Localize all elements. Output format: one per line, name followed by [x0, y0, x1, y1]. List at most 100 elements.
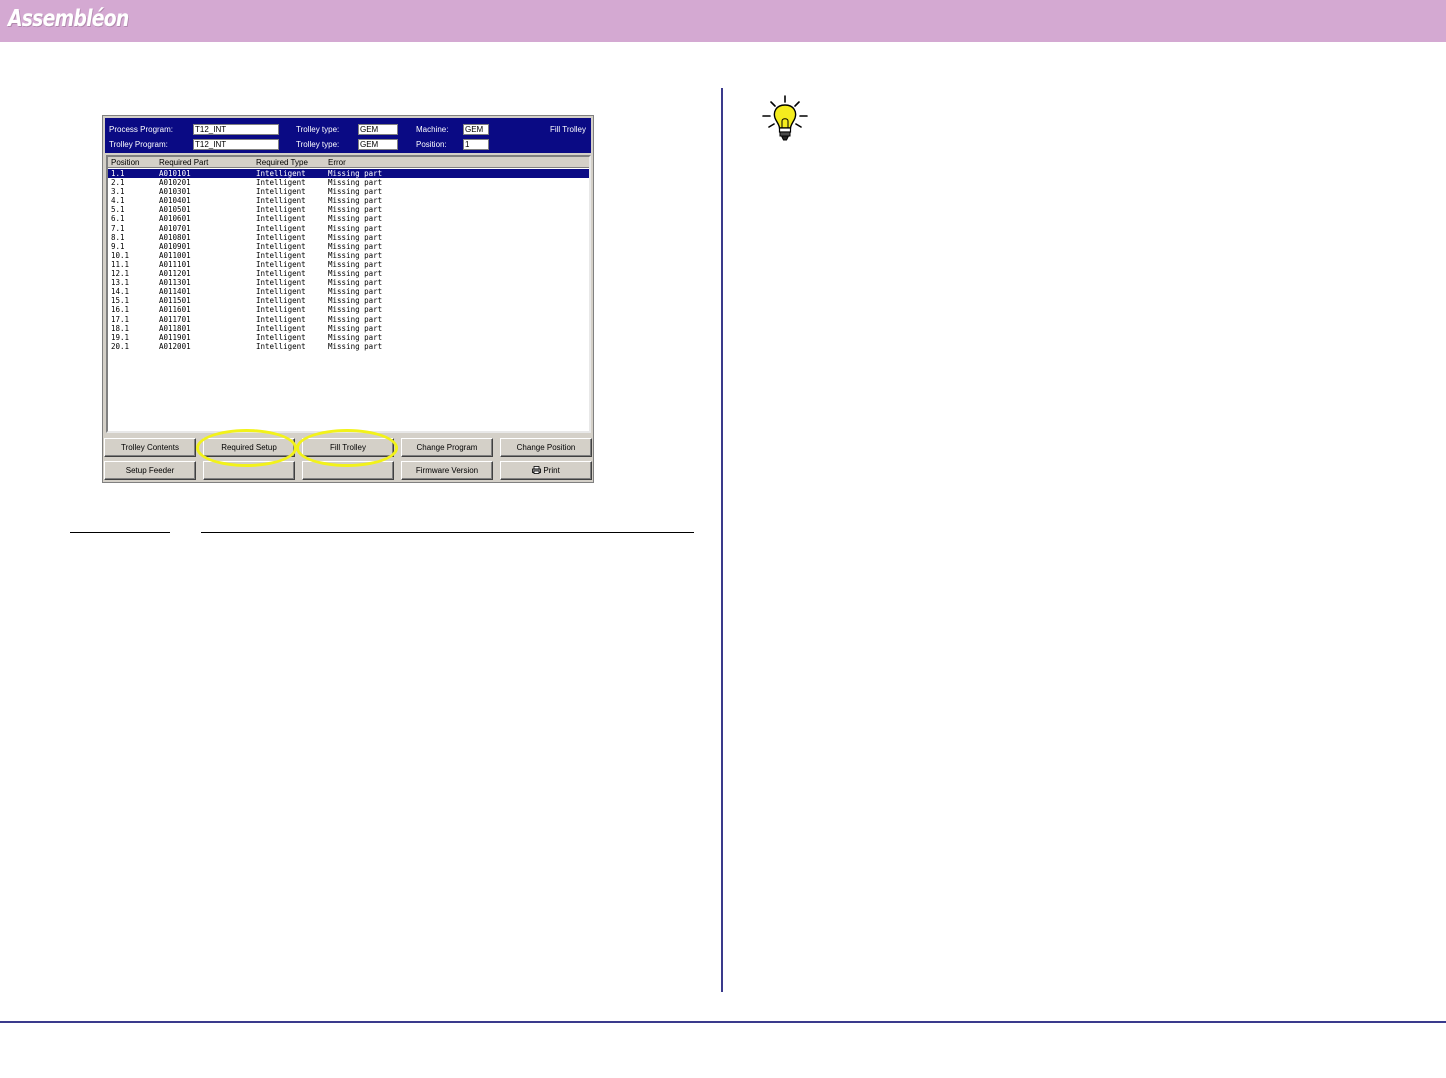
row-required-part: A010201 — [159, 178, 191, 188]
window-title: Fill Trolley — [549, 125, 586, 134]
change-program-button[interactable]: Change Program — [401, 438, 493, 457]
list-item[interactable]: 5.1 A010501 Intelligent Missing part — [108, 205, 589, 214]
required-parts-list[interactable]: Position Required Part Required Type Err… — [106, 155, 591, 433]
row-required-type: Intelligent — [256, 169, 306, 178]
row-required-part: A010901 — [159, 241, 191, 251]
trolley-program-field[interactable]: T12_INT — [193, 139, 279, 150]
row-error: Missing part — [328, 196, 383, 206]
firmware-version-button[interactable]: Firmware Version — [401, 461, 493, 480]
machine-field[interactable]: GEM — [463, 124, 489, 135]
row-required-part: A011201 — [159, 269, 191, 279]
trolley-type-field-2[interactable]: GEM — [358, 139, 398, 150]
row-required-type: Intelligent — [256, 241, 306, 251]
window-header: Process Program: T12_INT Trolley Program… — [105, 118, 591, 153]
list-item[interactable]: 9.1 A010901 Intelligent Missing part — [108, 242, 589, 251]
fill-trolley-window: Process Program: T12_INT Trolley Program… — [102, 115, 594, 483]
list-item[interactable]: 3.1 A010301 Intelligent Missing part — [108, 187, 589, 196]
row-required-part: A011701 — [159, 314, 191, 324]
column-required-type[interactable]: Required Type — [256, 158, 308, 167]
print-button[interactable]: Print — [500, 461, 592, 480]
row-error: Missing part — [328, 341, 383, 351]
row-position: 3.1 — [111, 187, 125, 197]
fill-trolley-highlight — [296, 429, 398, 467]
list-item[interactable]: 14.1 A011401 Intelligent Missing part — [108, 287, 589, 296]
setup-feeder-button[interactable]: Setup Feeder — [104, 461, 196, 480]
row-required-part: A011901 — [159, 332, 191, 342]
row-required-type: Intelligent — [256, 296, 306, 306]
row-error: Missing part — [328, 232, 383, 242]
assembleon-logo: Assembléon — [8, 6, 129, 32]
row-required-part: A011101 — [159, 259, 191, 269]
list-item[interactable]: 10.1 A011001 Intelligent Missing part — [108, 251, 589, 260]
row-error: Missing part — [328, 259, 383, 269]
row-error: Missing part — [328, 305, 383, 315]
top-banner: Assembléon — [0, 0, 1446, 44]
row-required-type: Intelligent — [256, 178, 306, 188]
list-item[interactable]: 2.1 A010201 Intelligent Missing part — [108, 178, 589, 187]
row-required-type: Intelligent — [256, 259, 306, 269]
lightbulb-icon — [762, 95, 808, 141]
row-required-type: Intelligent — [256, 223, 306, 233]
row-error: Missing part — [328, 323, 383, 333]
row-required-type: Intelligent — [256, 250, 306, 260]
row-error: Missing part — [328, 187, 383, 197]
row-position: 13.1 — [111, 278, 130, 288]
list-item[interactable]: 17.1 A011701 Intelligent Missing part — [108, 315, 589, 324]
column-position[interactable]: Position — [111, 158, 139, 167]
list-item[interactable]: 6.1 A010601 Intelligent Missing part — [108, 214, 589, 223]
row-position: 12.1 — [111, 269, 130, 279]
list-item[interactable]: 11.1 A011101 Intelligent Missing part — [108, 260, 589, 269]
list-item[interactable]: 15.1 A011501 Intelligent Missing part — [108, 296, 589, 305]
row-required-type: Intelligent — [256, 232, 306, 242]
row-error: Missing part — [328, 223, 383, 233]
list-item[interactable]: 19.1 A011901 Intelligent Missing part — [108, 333, 589, 342]
list-item[interactable]: 13.1 A011301 Intelligent Missing part — [108, 278, 589, 287]
row-required-type: Intelligent — [256, 214, 306, 224]
row-error: Missing part — [328, 269, 383, 279]
row-position: 4.1 — [111, 196, 125, 206]
row-error: Missing part — [328, 214, 383, 224]
list-item[interactable]: 4.1 A010401 Intelligent Missing part — [108, 196, 589, 205]
row-required-type: Intelligent — [256, 278, 306, 288]
process-program-field[interactable]: T12_INT — [193, 124, 279, 135]
row-required-part: A010101 — [159, 169, 191, 178]
list-item[interactable]: 18.1 A011801 Intelligent Missing part — [108, 324, 589, 333]
row-required-part: A010501 — [159, 205, 191, 215]
row-position: 9.1 — [111, 241, 125, 251]
row-required-type: Intelligent — [256, 314, 306, 324]
underline-short — [70, 532, 170, 533]
trolley-program-label: Trolley Program: — [109, 140, 168, 149]
list-item[interactable]: 16.1 A011601 Intelligent Missing part — [108, 305, 589, 314]
change-position-button[interactable]: Change Position — [500, 438, 592, 457]
bottom-rule — [0, 1021, 1446, 1023]
row-error: Missing part — [328, 332, 383, 342]
row-position: 1.1 — [111, 169, 125, 178]
trolley-type-field[interactable]: GEM — [358, 124, 398, 135]
position-field[interactable]: 1 — [463, 139, 489, 150]
print-label: Print — [543, 466, 560, 475]
list-item[interactable]: 20.1 A012001 Intelligent Missing part — [108, 342, 589, 351]
column-required-part[interactable]: Required Part — [159, 158, 208, 167]
row-required-type: Intelligent — [256, 205, 306, 215]
row-required-part: A010701 — [159, 223, 191, 233]
list-item[interactable]: 8.1 A010801 Intelligent Missing part — [108, 233, 589, 242]
list-item[interactable]: 12.1 A011201 Intelligent Missing part — [108, 269, 589, 278]
row-error: Missing part — [328, 241, 383, 251]
row-required-type: Intelligent — [256, 323, 306, 333]
page: Assembléon Process Program: T12_INT Trol… — [0, 0, 1446, 1078]
position-label: Position: — [416, 140, 447, 149]
printer-icon — [532, 466, 542, 474]
trolley-contents-button[interactable]: Trolley Contents — [104, 438, 196, 457]
required-setup-highlight — [196, 429, 297, 467]
list-item[interactable]: 1.1 A010101 Intelligent Missing part — [108, 169, 589, 179]
column-error[interactable]: Error — [328, 158, 346, 167]
list-item[interactable]: 7.1 A010701 Intelligent Missing part — [108, 224, 589, 233]
trolley-type-label-2: Trolley type: — [296, 140, 340, 149]
row-error: Missing part — [328, 169, 383, 178]
row-position: 6.1 — [111, 214, 125, 224]
row-position: 20.1 — [111, 341, 130, 351]
row-position: 11.1 — [111, 259, 130, 269]
row-required-part: A010301 — [159, 187, 191, 197]
row-required-type: Intelligent — [256, 341, 306, 351]
row-required-type: Intelligent — [256, 332, 306, 342]
